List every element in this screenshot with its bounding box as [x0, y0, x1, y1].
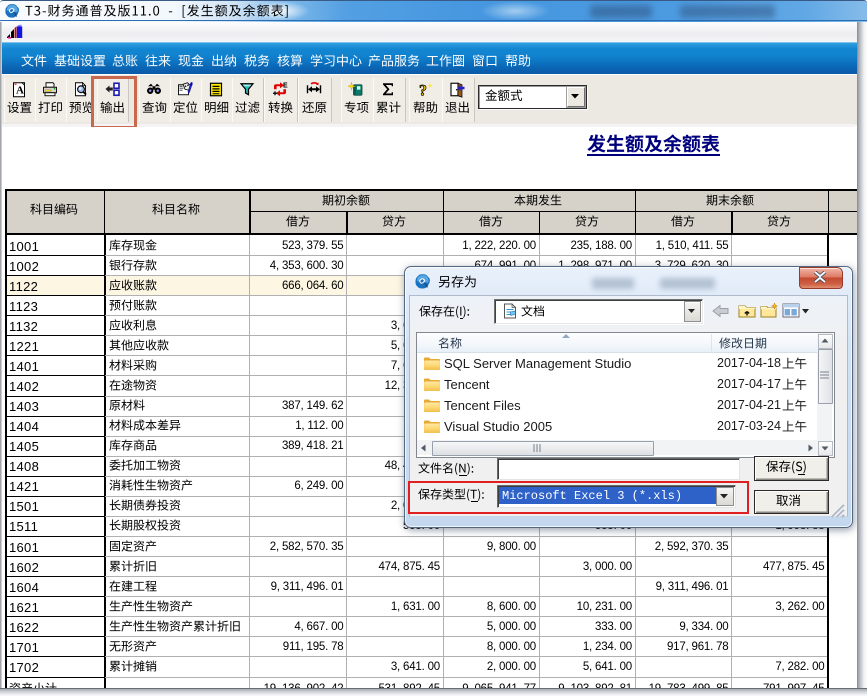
svg-text:?: ?: [419, 82, 427, 98]
svg-text:E: E: [283, 82, 288, 89]
svg-text:A: A: [16, 84, 24, 96]
